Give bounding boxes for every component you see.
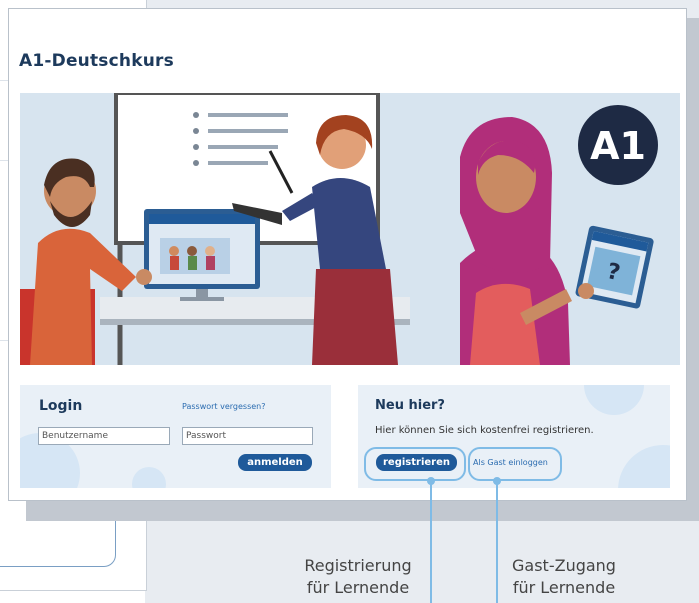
register-caption: Registrierung für Lernende (284, 555, 432, 599)
guest-caption-line-1: Gast-Zugang (512, 556, 616, 575)
hero-illustration: A1 ? (20, 93, 680, 365)
guest-caption: Gast-Zugang für Lernende (499, 555, 629, 599)
page-title: A1-Deutschkurs (19, 51, 174, 71)
decorative-circle (132, 467, 166, 488)
register-caption-line-2: für Lernende (306, 578, 410, 597)
callout-line (496, 484, 498, 603)
classroom-illustration: A1 ? (20, 93, 658, 365)
register-caption-line-1: Registrierung (304, 556, 412, 575)
password-input[interactable] (182, 427, 313, 445)
register-highlight (364, 447, 466, 481)
username-input[interactable] (38, 427, 170, 445)
login-panel: Login Passwort vergessen? anmelden (20, 385, 331, 488)
decorative-circle (584, 385, 644, 415)
login-heading: Login (39, 398, 83, 414)
forgot-password-link[interactable]: Passwort vergessen? (182, 402, 266, 411)
register-heading: Neu hier? (375, 398, 445, 413)
decorative-circle (618, 445, 670, 488)
course-card: A1-Deutschkurs A1 ? Login Passwort verge… (8, 8, 687, 501)
guest-caption-line-2: für Lernende (512, 578, 616, 597)
a1-badge: A1 (590, 124, 646, 168)
register-description: Hier können Sie sich kostenfrei registri… (375, 425, 594, 436)
guest-highlight (468, 447, 562, 481)
login-button[interactable]: anmelden (238, 454, 312, 471)
